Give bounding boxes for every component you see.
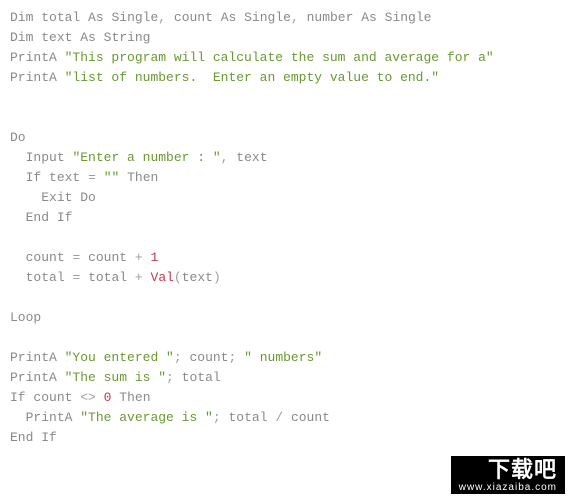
var-number: number [307, 10, 354, 25]
string-literal: "" [104, 170, 120, 185]
keyword-as: As [361, 10, 377, 25]
keyword-exit-do: Exit Do [41, 190, 96, 205]
fn-val: Val [151, 270, 174, 285]
keyword-printa: PrintA [26, 410, 73, 425]
string-literal: "This program will calculate the sum and… [65, 50, 494, 65]
var-total: total [228, 410, 267, 425]
var-count: count [88, 250, 127, 265]
type-single: Single [111, 10, 158, 25]
keyword-if: If [10, 390, 26, 405]
type-string: String [104, 30, 151, 45]
keyword-dim: Dim [10, 30, 33, 45]
watermark-url: www.xiazaiba.com [459, 483, 557, 493]
op-eq: = [88, 170, 96, 185]
semicolon: ; [213, 410, 221, 425]
type-single: Single [385, 10, 432, 25]
op-eq: = [72, 250, 80, 265]
type-single: Single [244, 10, 291, 25]
keyword-as: As [80, 30, 96, 45]
op-plus: + [135, 250, 143, 265]
op-ne: <> [80, 390, 96, 405]
var-total: total [88, 270, 127, 285]
var-text: text [182, 270, 213, 285]
var-text: text [41, 30, 72, 45]
semicolon: ; [174, 350, 182, 365]
keyword-as: As [221, 10, 237, 25]
keyword-input: Input [26, 150, 65, 165]
keyword-if: If [26, 170, 42, 185]
comma: , [158, 10, 166, 25]
string-literal: "You entered " [65, 350, 174, 365]
keyword-printa: PrintA [10, 50, 57, 65]
keyword-dim: Dim [10, 10, 33, 25]
number-literal: 0 [104, 390, 112, 405]
string-literal: "list of numbers. Enter an empty value t… [65, 70, 439, 85]
string-literal: " numbers" [244, 350, 322, 365]
semicolon: ; [166, 370, 174, 385]
op-plus: + [135, 270, 143, 285]
var-total: total [26, 270, 65, 285]
var-total: total [41, 10, 80, 25]
keyword-end-if: End If [26, 210, 73, 225]
keyword-do: Do [10, 130, 26, 145]
var-total: total [182, 370, 221, 385]
string-literal: "The sum is " [65, 370, 166, 385]
keyword-end-if: End If [10, 430, 57, 445]
op-div: / [275, 410, 283, 425]
number-literal: 1 [151, 250, 159, 265]
var-text: text [236, 150, 267, 165]
var-count: count [174, 10, 213, 25]
keyword-loop: Loop [10, 310, 41, 325]
keyword-printa: PrintA [10, 70, 57, 85]
keyword-then: Then [119, 390, 150, 405]
watermark: 下载吧 www.xiazaiba.com [451, 456, 565, 494]
code-block: Dim total As Single, count As Single, nu… [0, 0, 569, 456]
keyword-printa: PrintA [10, 370, 57, 385]
keyword-then: Then [127, 170, 158, 185]
keyword-printa: PrintA [10, 350, 57, 365]
keyword-as: As [88, 10, 104, 25]
comma: , [291, 10, 299, 25]
watermark-title: 下载吧 [459, 459, 557, 481]
paren-close: ) [213, 270, 221, 285]
string-literal: "The average is " [80, 410, 213, 425]
string-literal: "Enter a number : " [72, 150, 220, 165]
comma: , [221, 150, 229, 165]
semicolon: ; [228, 350, 236, 365]
var-text: text [49, 170, 80, 185]
var-count: count [33, 390, 72, 405]
var-count: count [189, 350, 228, 365]
var-count: count [26, 250, 65, 265]
op-eq: = [72, 270, 80, 285]
var-count: count [291, 410, 330, 425]
paren-open: ( [174, 270, 182, 285]
